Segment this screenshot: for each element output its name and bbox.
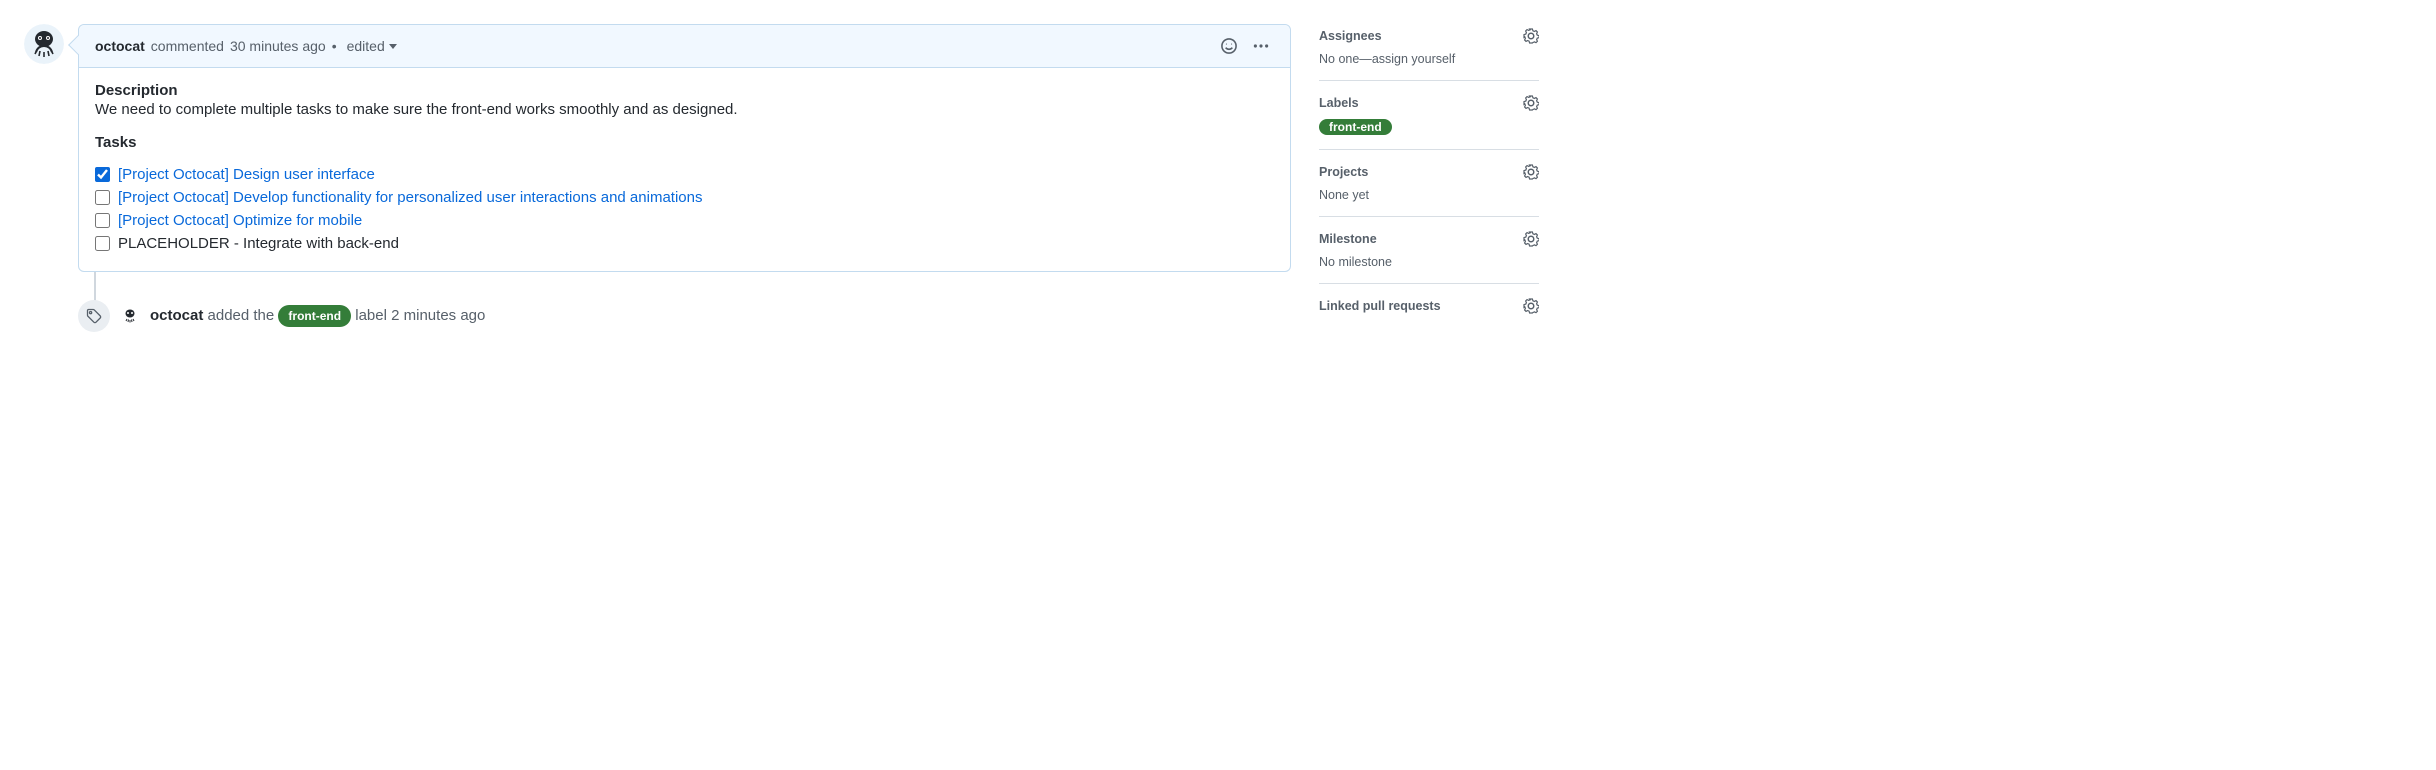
sidebar-milestone: Milestone No milestone xyxy=(1319,231,1539,284)
task-link[interactable]: [Project Octocat] Optimize for mobile xyxy=(118,212,362,229)
task-text: PLACEHOLDER - Integrate with back-end xyxy=(118,235,399,252)
sidebar: Assignees No one—assign yourself Labels … xyxy=(1319,24,1539,332)
comment-actions-menu[interactable] xyxy=(1248,33,1274,59)
assign-yourself-link[interactable]: assign yourself xyxy=(1372,52,1455,66)
labels-title: Labels xyxy=(1319,96,1359,110)
sidebar-linked-prs: Linked pull requests xyxy=(1319,298,1539,314)
comment-body: Description We need to complete multiple… xyxy=(79,68,1290,271)
gear-icon xyxy=(1523,298,1539,314)
milestone-gear-button[interactable] xyxy=(1523,231,1539,247)
comment-header: octocat commented 30 minutes ago • edite… xyxy=(79,25,1290,68)
assignees-title: Assignees xyxy=(1319,29,1382,43)
event-verb-before: added the xyxy=(208,307,275,324)
projects-none-text: None yet xyxy=(1319,188,1539,202)
task-checkbox[interactable] xyxy=(95,167,110,182)
sidebar-labels: Labels front-end xyxy=(1319,95,1539,150)
smiley-icon xyxy=(1220,37,1238,55)
edited-dropdown[interactable]: edited xyxy=(343,34,401,58)
timeline-event: octocat added the front-end label 2 minu… xyxy=(78,300,1291,332)
task-item: [Project Octocat] Develop functionality … xyxy=(95,186,1274,209)
gear-icon xyxy=(1523,231,1539,247)
assignees-none-text: No one— xyxy=(1319,52,1372,66)
gear-icon xyxy=(1523,28,1539,44)
task-checkbox[interactable] xyxy=(95,213,110,228)
linked-prs-title: Linked pull requests xyxy=(1319,299,1441,313)
comment-action-text: commented xyxy=(151,38,224,54)
event-label-pill[interactable]: front-end xyxy=(278,305,351,327)
kebab-icon xyxy=(1252,37,1270,55)
dot-separator: • xyxy=(332,38,337,54)
projects-gear-button[interactable] xyxy=(1523,164,1539,180)
comment-box: octocat commented 30 minutes ago • edite… xyxy=(78,24,1291,272)
milestone-title: Milestone xyxy=(1319,232,1377,246)
task-list: [Project Octocat] Design user interface [… xyxy=(95,163,1274,255)
chevron-down-icon xyxy=(389,44,397,49)
event-verb-after: label xyxy=(355,307,387,324)
sidebar-projects: Projects None yet xyxy=(1319,164,1539,217)
comment-timestamp-link[interactable]: 30 minutes ago xyxy=(230,38,326,54)
gear-icon xyxy=(1523,164,1539,180)
event-author-link[interactable]: octocat xyxy=(150,307,203,324)
task-link[interactable]: [Project Octocat] Develop functionality … xyxy=(118,189,702,206)
add-reaction-button[interactable] xyxy=(1216,33,1242,59)
projects-title: Projects xyxy=(1319,165,1368,179)
description-heading: Description xyxy=(95,82,1274,99)
comment-author-link[interactable]: octocat xyxy=(95,38,145,54)
description-text: We need to complete multiple tasks to ma… xyxy=(95,101,1274,118)
avatar[interactable] xyxy=(120,306,140,326)
task-item: [Project Octocat] Design user interface xyxy=(95,163,1274,186)
event-timestamp-link[interactable]: 2 minutes ago xyxy=(391,307,485,324)
avatar[interactable] xyxy=(24,24,64,64)
task-item: PLACEHOLDER - Integrate with back-end xyxy=(95,232,1274,255)
task-link[interactable]: [Project Octocat] Design user interface xyxy=(118,166,375,183)
task-item: [Project Octocat] Optimize for mobile xyxy=(95,209,1274,232)
label-pill[interactable]: front-end xyxy=(1319,119,1392,135)
milestone-none-text: No milestone xyxy=(1319,255,1539,269)
sidebar-assignees: Assignees No one—assign yourself xyxy=(1319,28,1539,81)
tasks-heading: Tasks xyxy=(95,134,1274,151)
labels-gear-button[interactable] xyxy=(1523,95,1539,111)
gear-icon xyxy=(1523,95,1539,111)
task-checkbox[interactable] xyxy=(95,190,110,205)
linked-prs-gear-button[interactable] xyxy=(1523,298,1539,314)
task-checkbox[interactable] xyxy=(95,236,110,251)
tag-icon xyxy=(86,308,102,324)
event-badge xyxy=(78,300,110,332)
assignees-gear-button[interactable] xyxy=(1523,28,1539,44)
